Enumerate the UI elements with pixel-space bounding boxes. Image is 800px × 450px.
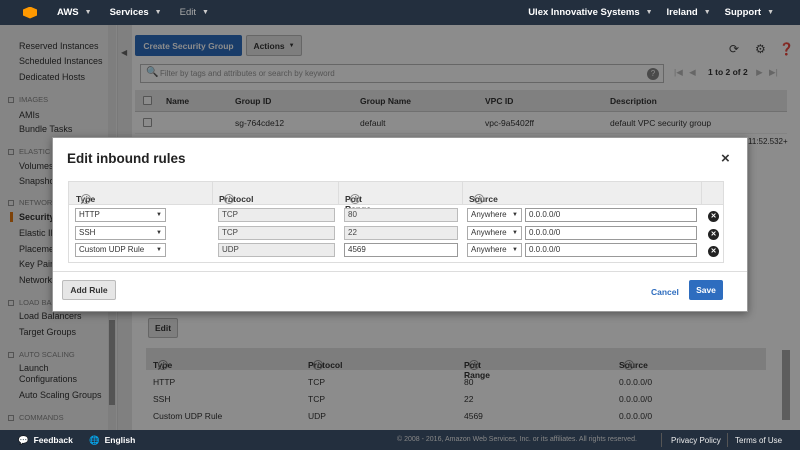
dialog-title: Edit inbound rules (67, 151, 186, 166)
type-select[interactable]: Custom UDP Rule ▼ (75, 243, 166, 257)
cancel-button[interactable]: Cancel (651, 287, 679, 297)
account-menu[interactable]: Ulex Innovative Systems ▼ (528, 7, 652, 18)
chevron-down-icon: ▼ (84, 9, 92, 16)
edit-menu[interactable]: Edit ▼ (180, 7, 209, 18)
globe-icon: 🌐 (89, 435, 100, 445)
copyright-text: © 2008 - 2016, Amazon Web Services, Inc.… (397, 436, 637, 443)
info-icon[interactable]: i (224, 194, 234, 204)
feedback-link[interactable]: 💬 Feedback (18, 435, 73, 446)
close-icon[interactable]: × (721, 150, 730, 167)
privacy-policy-link[interactable]: Privacy Policy (671, 436, 721, 445)
support-label: Support (724, 7, 762, 18)
source-mode-value: Anywhere (471, 228, 507, 237)
aws-logo-icon[interactable] (23, 6, 37, 19)
column-divider (701, 182, 702, 205)
save-button[interactable]: Save (689, 280, 723, 300)
footer-divider (727, 433, 728, 447)
language-label: English (104, 435, 136, 445)
edit-label: Edit (179, 7, 196, 18)
source-cidr-input[interactable]: 0.0.0.0/0 (525, 208, 697, 222)
type-select[interactable]: SSH ▼ (75, 226, 166, 240)
rules-table-header: Typei Protocoli Port Rangei Sourcei (69, 182, 723, 214)
info-icon[interactable]: i (81, 194, 91, 204)
support-menu[interactable]: Support ▼ (725, 7, 774, 18)
account-label: Ulex Innovative Systems (528, 7, 640, 18)
source-select[interactable]: Anywhere ▼ (467, 243, 522, 257)
dropdown-arrow-icon: ▼ (156, 230, 162, 236)
services-menu[interactable]: Services ▼ (110, 7, 162, 18)
source-cidr-input[interactable]: 0.0.0.0/0 (525, 226, 697, 240)
footer-divider (661, 433, 662, 447)
brand-label: AWS (57, 7, 79, 18)
chevron-down-icon: ▼ (154, 9, 162, 16)
chevron-down-icon: ▼ (201, 9, 209, 16)
protocol-field: TCP (218, 226, 335, 240)
dropdown-arrow-icon: ▼ (512, 247, 518, 253)
column-divider (338, 182, 339, 205)
port-range-field[interactable]: 4569 (344, 243, 458, 257)
chevron-down-icon: ▼ (767, 9, 774, 16)
source-select[interactable]: Anywhere ▼ (467, 226, 522, 240)
type-select[interactable]: HTTP ▼ (75, 208, 166, 222)
rule-row: Custom UDP Rule ▼ UDP 4569 Anywhere ▼ 0.0.… (69, 243, 723, 261)
protocol-field: UDP (218, 243, 335, 257)
protocol-field: TCP (218, 208, 335, 222)
dialog-divider (53, 271, 747, 272)
dropdown-arrow-icon: ▼ (156, 212, 162, 218)
source-mode-value: Anywhere (471, 210, 507, 219)
source-select[interactable]: Anywhere ▼ (467, 208, 522, 222)
source-cidr-input[interactable]: 0.0.0.0/0 (525, 243, 697, 257)
type-value: SSH (79, 228, 96, 237)
region-menu[interactable]: Ireland ▼ (667, 7, 711, 18)
dropdown-arrow-icon: ▼ (512, 230, 518, 236)
remove-rule-icon[interactable]: ✕ (708, 211, 719, 222)
column-divider (462, 182, 463, 205)
rule-row: SSH ▼ TCP 22 Anywhere ▼ 0.0.0.0/0 ✕ (69, 226, 723, 244)
add-rule-button[interactable]: Add Rule (62, 280, 116, 300)
type-value: Custom UDP Rule (79, 245, 145, 254)
type-value: HTTP (79, 210, 100, 219)
dropdown-arrow-icon: ▼ (512, 212, 518, 218)
info-icon[interactable]: i (350, 194, 360, 204)
region-label: Ireland (666, 7, 698, 18)
port-range-field[interactable]: 80 (344, 208, 458, 222)
language-link[interactable]: 🌐 English (89, 435, 135, 446)
footer: 💬 Feedback 🌐 English © 2008 - 2016, Amazon… (0, 430, 800, 450)
source-mode-value: Anywhere (471, 245, 507, 254)
port-range-field[interactable]: 22 (344, 226, 458, 240)
rules-table: Typei Protocoli Port Rangei Sourcei HTTP… (68, 181, 724, 263)
aws-menu[interactable]: AWS ▼ (57, 7, 92, 18)
terms-of-use-link[interactable]: Terms of Use (735, 436, 782, 445)
chevron-down-icon: ▼ (645, 9, 653, 16)
feedback-label: Feedback (33, 435, 73, 445)
column-divider (212, 182, 213, 205)
info-icon[interactable]: i (474, 194, 484, 204)
rule-row: HTTP ▼ TCP 80 Anywhere ▼ 0.0.0.0/0 ✕ (69, 208, 723, 226)
chevron-down-icon: ▼ (703, 9, 711, 16)
dropdown-arrow-icon: ▼ (156, 247, 162, 253)
remove-rule-icon[interactable]: ✕ (708, 229, 719, 240)
services-label: Services (109, 7, 149, 18)
edit-inbound-rules-dialog: Edit inbound rules × Type i Protocol i Por… (52, 137, 748, 312)
speech-bubble-icon: 💬 (18, 435, 29, 445)
remove-rule-icon[interactable]: ✕ (708, 246, 719, 257)
top-nav: AWS ▼ Services ▼ Edit ▼ Ulex Innovative Sys… (0, 0, 800, 25)
